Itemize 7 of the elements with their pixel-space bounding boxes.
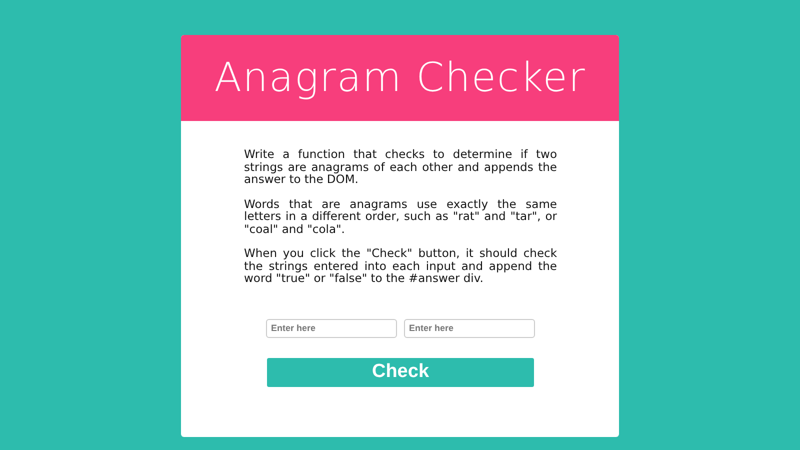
input-field[interactable]: Enter here [266,318,397,338]
input-field[interactable]: Enter here [404,318,535,338]
page-title: Anagram Checker [214,55,586,101]
check-button[interactable]: Check [267,358,534,386]
instruction-paragraph: Words that are anagrams use exactly the same letters in a different order, such as "rat" and "tar", or "coal" and "cola". [244,198,557,235]
instruction-paragraph: When you click the "Check" button, it should check the strings entered into each input and append the word "true" or "false" to the #answer div. [244,247,557,284]
instruction-paragraph: Write a function that checks to determine if two strings are anagrams of each other and appends the answer to the DOM. [244,148,557,186]
